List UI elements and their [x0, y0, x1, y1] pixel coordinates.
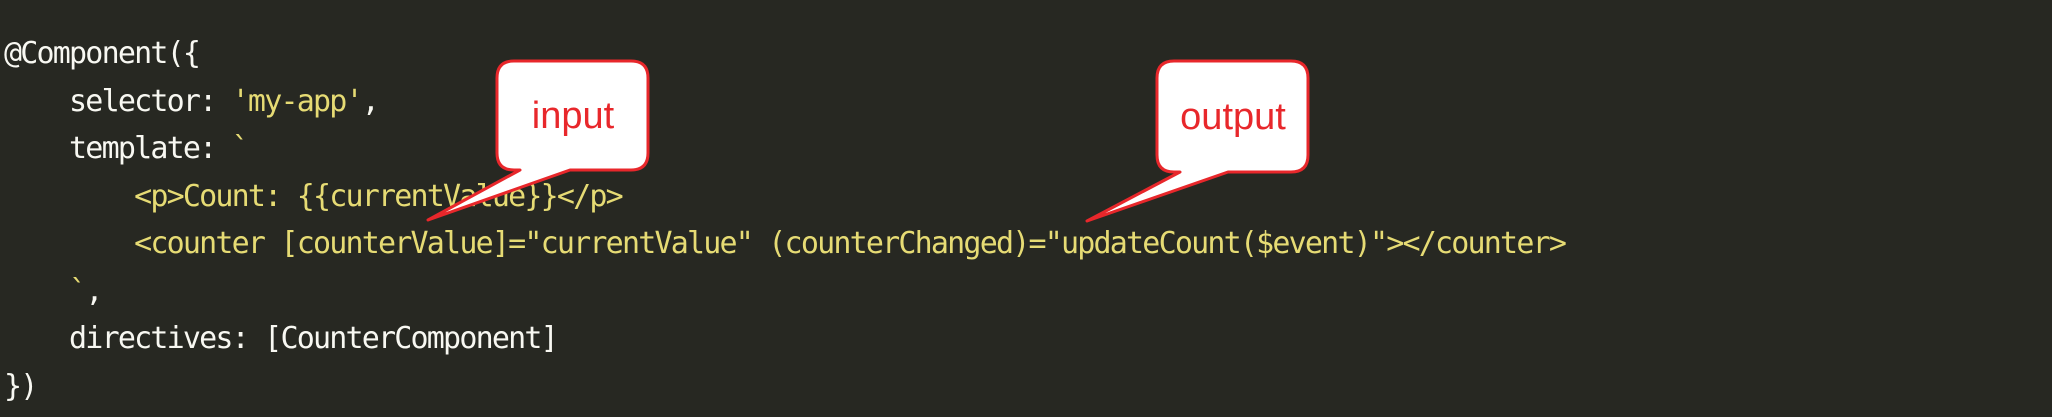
slide-canvas: @Component({ selector: 'my-app', templat…	[0, 0, 2052, 417]
input-callout-label: input	[531, 94, 615, 137]
callout-overlay	[426, 59, 1310, 223]
output-callout-label: output	[1180, 95, 1286, 138]
